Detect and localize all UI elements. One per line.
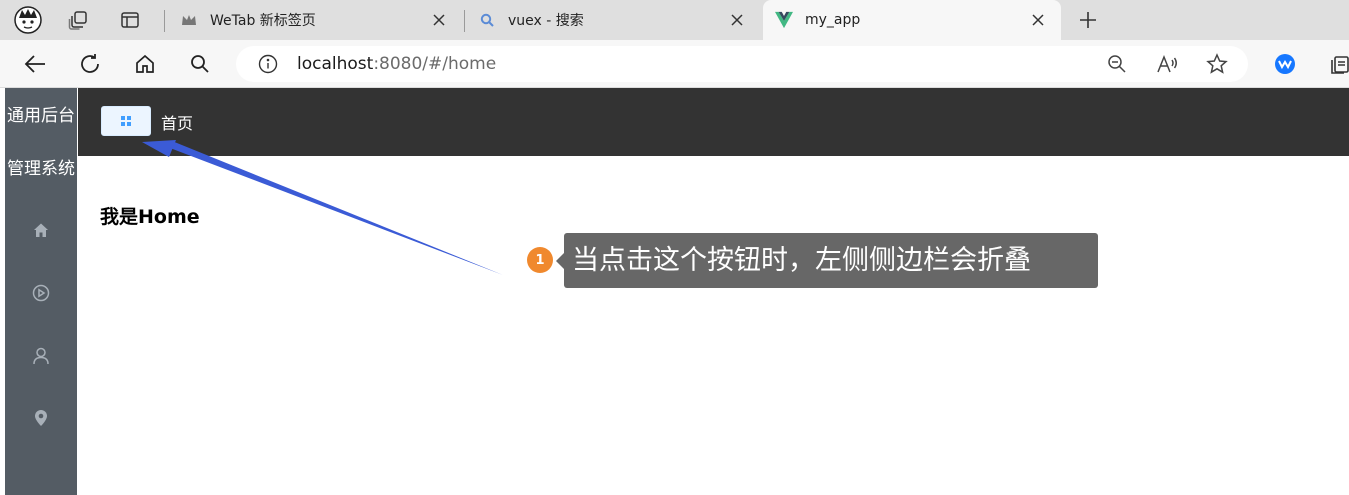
annotation-badge: 1 [527, 247, 553, 273]
annotation-callout: 当点击这个按钮时，左侧侧边栏会折叠 [556, 233, 1098, 288]
